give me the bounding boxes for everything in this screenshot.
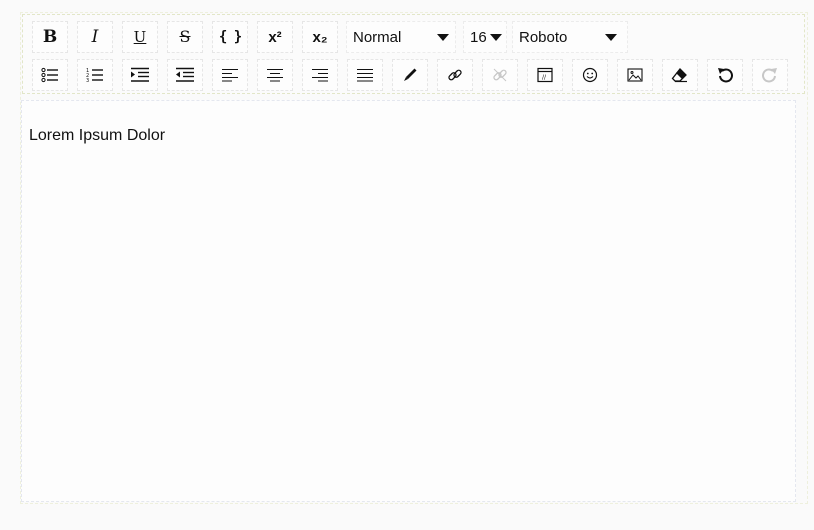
align-justify-button[interactable] <box>347 59 383 91</box>
block-type-value: Normal <box>353 28 402 46</box>
align-right-icon <box>312 69 328 82</box>
code-braces-icon: { } <box>218 29 242 45</box>
color-picker-button[interactable] <box>392 59 428 91</box>
editor-toolbar: B I U S { } x² x₂ Normal 16 Roboto 1 2 3… <box>22 14 805 94</box>
svg-text://: // <box>542 74 547 81</box>
embed-icon: // <box>537 67 553 83</box>
bold-button[interactable]: B <box>32 21 68 53</box>
ordered-list-button[interactable]: 1 2 3 <box>77 59 113 91</box>
unlink-button[interactable] <box>482 59 518 91</box>
emoji-button[interactable] <box>572 59 608 91</box>
strikethrough-icon: S <box>179 27 191 46</box>
emoji-icon <box>582 67 598 83</box>
superscript-icon: x² <box>268 28 282 46</box>
outdent-button[interactable] <box>167 59 203 91</box>
editor-content-area[interactable]: Lorem Ipsum Dolor <box>21 100 796 502</box>
link-button[interactable] <box>437 59 473 91</box>
chevron-down-icon <box>437 33 449 41</box>
font-size-dropdown[interactable]: 16 <box>463 21 507 53</box>
font-size-value: 16 <box>470 28 487 46</box>
redo-icon <box>762 68 777 83</box>
align-center-icon <box>267 69 283 82</box>
align-center-button[interactable] <box>257 59 293 91</box>
subscript-icon: x₂ <box>312 28 328 46</box>
code-button[interactable]: { } <box>212 21 248 53</box>
subscript-button[interactable]: x₂ <box>302 21 338 53</box>
undo-icon <box>718 68 733 83</box>
unordered-list-icon <box>41 67 58 83</box>
align-justify-icon <box>357 69 373 82</box>
redo-button[interactable] <box>752 59 788 91</box>
font-family-value: Roboto <box>519 28 568 46</box>
color-picker-icon <box>404 68 417 81</box>
ordered-list-icon: 1 2 3 <box>86 68 103 83</box>
italic-icon: I <box>91 26 99 47</box>
image-button[interactable] <box>617 59 653 91</box>
indent-button[interactable] <box>122 59 158 91</box>
align-left-button[interactable] <box>212 59 248 91</box>
svg-text:3: 3 <box>86 78 89 83</box>
bold-icon: B <box>42 26 58 47</box>
image-icon <box>627 68 643 82</box>
strikethrough-button[interactable]: S <box>167 21 203 53</box>
toolbar-row-inline: B I U S { } x² x₂ Normal 16 Roboto <box>23 21 804 55</box>
underline-icon: U <box>133 27 147 46</box>
chevron-down-icon <box>490 33 502 41</box>
embed-button[interactable]: // <box>527 59 563 91</box>
outdent-icon <box>176 67 194 82</box>
link-icon <box>448 69 462 81</box>
unlink-icon <box>493 68 507 82</box>
indent-icon <box>131 67 149 82</box>
underline-button[interactable]: U <box>122 21 158 53</box>
undo-button[interactable] <box>707 59 743 91</box>
align-right-button[interactable] <box>302 59 338 91</box>
editor-paragraph[interactable]: Lorem Ipsum Dolor <box>29 127 165 145</box>
align-left-icon <box>222 69 238 82</box>
eraser-icon <box>671 68 687 83</box>
superscript-button[interactable]: x² <box>257 21 293 53</box>
italic-button[interactable]: I <box>77 21 113 53</box>
toolbar-row-block: 1 2 3 // <box>23 59 804 93</box>
eraser-button[interactable] <box>662 59 698 91</box>
block-type-dropdown[interactable]: Normal <box>346 21 456 53</box>
chevron-down-icon <box>605 33 617 41</box>
unordered-list-button[interactable] <box>32 59 68 91</box>
font-family-dropdown[interactable]: Roboto <box>512 21 628 53</box>
